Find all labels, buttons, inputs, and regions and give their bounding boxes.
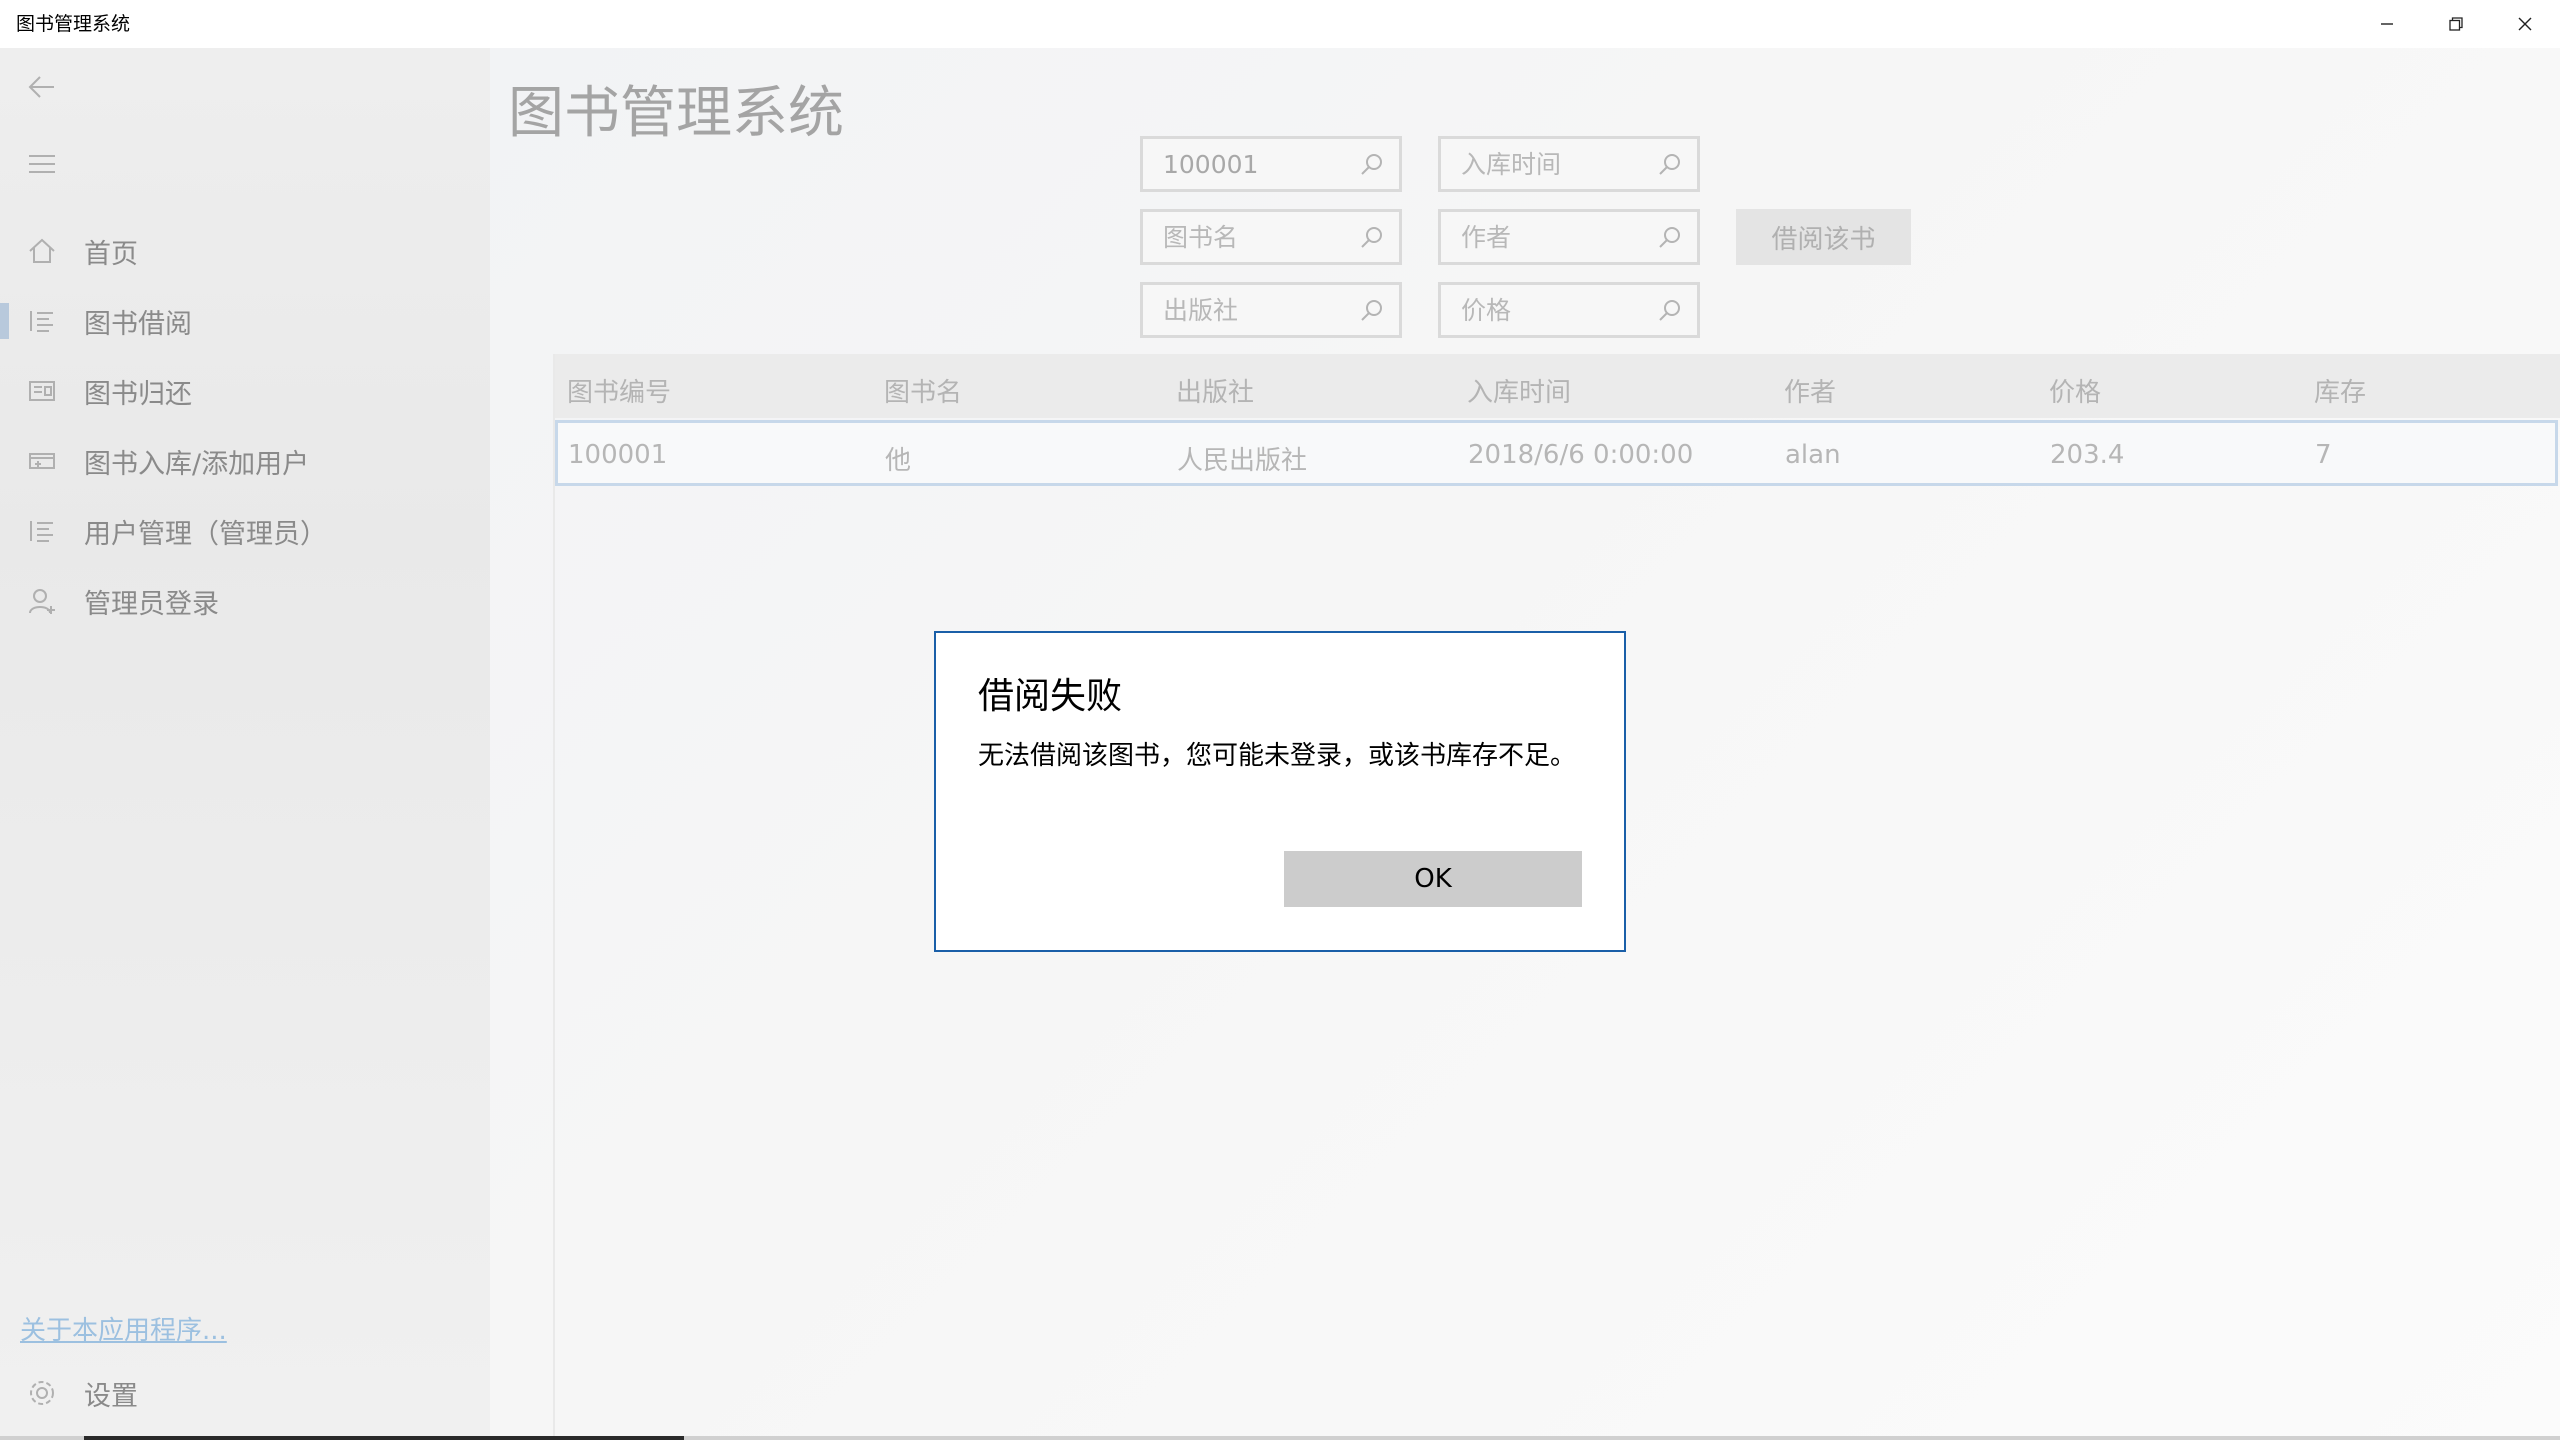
author-search[interactable] — [1438, 209, 1700, 265]
search-icon — [1659, 300, 1680, 321]
back-button[interactable] — [18, 63, 66, 111]
minimize-icon — [2380, 23, 2393, 25]
bottom-edge-segment — [84, 1436, 684, 1440]
add-card-icon — [0, 446, 84, 476]
title-bar: 图书管理系统 — [0, 0, 2560, 48]
sidebar-item-home[interactable]: 首页 — [0, 216, 490, 286]
search-icon — [1361, 154, 1382, 175]
sidebar-item-label: 首页 — [84, 238, 138, 270]
column-header-name[interactable]: 图书名 — [884, 372, 962, 409]
sidebar-item-settings[interactable]: 设置 — [0, 1358, 490, 1428]
person-icon — [0, 586, 84, 616]
gear-icon — [0, 1378, 84, 1408]
sidebar-item-label: 用户管理（管理员） — [84, 518, 327, 550]
back-arrow-icon — [28, 76, 54, 98]
price-input[interactable] — [1459, 294, 1659, 326]
borrow-book-button[interactable]: 借阅该书 — [1736, 209, 1911, 265]
search-icon — [1659, 154, 1680, 175]
restore-icon — [2448, 17, 2463, 31]
publisher-input[interactable] — [1161, 294, 1361, 326]
stock-date-search[interactable] — [1438, 136, 1700, 192]
home-icon — [0, 236, 84, 266]
cell-name: 他 — [885, 446, 912, 476]
about-app-link[interactable]: 关于本应用程序... — [20, 1310, 227, 1347]
price-search[interactable] — [1438, 282, 1700, 338]
close-button[interactable] — [2490, 0, 2559, 48]
list-icon — [0, 306, 84, 336]
search-icon — [1361, 300, 1382, 321]
sidebar-item-borrow[interactable]: 图书借阅 — [0, 286, 490, 356]
table-row[interactable]: 100001 他 人民出版社 2018/6/6 0:00:00 alan 203… — [555, 420, 2558, 486]
book-id-search[interactable] — [1140, 136, 1402, 192]
column-header-stock-date[interactable]: 入库时间 — [1467, 372, 1571, 409]
sidebar-item-label: 管理员登录 — [84, 588, 219, 620]
book-name-input[interactable] — [1161, 221, 1361, 253]
sidebar-item-label: 图书归还 — [84, 378, 192, 410]
ok-button[interactable]: OK — [1284, 851, 1582, 907]
column-header-stock[interactable]: 库存 — [2314, 372, 2366, 409]
dialog-title: 借阅失败 — [978, 676, 1123, 717]
hamburger-icon — [29, 155, 55, 173]
cell-author: alan — [1785, 440, 1841, 470]
author-input[interactable] — [1459, 221, 1659, 253]
cell-publisher: 人民出版社 — [1177, 446, 1308, 476]
cell-stock: 7 — [2315, 440, 2332, 470]
error-dialog: 借阅失败 无法借阅该图书，您可能未登录，或该书库存不足。 OK — [934, 631, 1626, 952]
sidebar-item-user-management[interactable]: 用户管理（管理员） — [0, 496, 490, 566]
list-icon — [0, 516, 84, 546]
restore-button[interactable] — [2421, 0, 2490, 48]
sidebar-item-label: 图书入库/添加用户 — [84, 448, 310, 480]
book-name-search[interactable] — [1140, 209, 1402, 265]
sidebar-item-stock-add-user[interactable]: 图书入库/添加用户 — [0, 426, 490, 496]
table-header: 图书编号 图书名 出版社 入库时间 作者 价格 库存 — [555, 354, 2560, 418]
hamburger-menu-button[interactable] — [18, 140, 66, 188]
minimize-button[interactable] — [2352, 0, 2421, 48]
window-title: 图书管理系统 — [16, 13, 131, 35]
dialog-message: 无法借阅该图书，您可能未登录，或该书库存不足。 — [978, 741, 1577, 771]
search-icon — [1659, 227, 1680, 248]
sidebar-item-label: 图书借阅 — [84, 308, 192, 340]
bottom-edge — [0, 1436, 2560, 1440]
sidebar-item-return[interactable]: 图书归还 — [0, 356, 490, 426]
book-id-input[interactable] — [1161, 148, 1361, 180]
column-header-id[interactable]: 图书编号 — [567, 372, 671, 409]
page-title: 图书管理系统 — [508, 81, 844, 146]
column-header-publisher[interactable]: 出版社 — [1176, 372, 1254, 409]
close-icon — [2518, 17, 2531, 31]
cell-price: 203.4 — [2050, 440, 2125, 470]
column-header-price[interactable]: 价格 — [2049, 372, 2101, 409]
sidebar-item-label: 设置 — [84, 1380, 138, 1412]
book-icon — [0, 376, 84, 406]
cell-stock-date: 2018/6/6 0:00:00 — [1468, 440, 1694, 470]
sidebar-item-admin-login[interactable]: 管理员登录 — [0, 566, 490, 636]
search-icon — [1361, 227, 1382, 248]
column-header-author[interactable]: 作者 — [1784, 372, 1836, 409]
publisher-search[interactable] — [1140, 282, 1402, 338]
stock-date-input[interactable] — [1459, 148, 1659, 180]
table-left-border — [553, 354, 555, 1440]
navigation-pane: 首页 图书借阅 图书归还 图书入库/添加用户 用户管理（管理员） 管理员登录 关… — [0, 48, 490, 1440]
cell-id: 100001 — [568, 440, 668, 470]
app-window: 首页 图书借阅 图书归还 图书入库/添加用户 用户管理（管理员） 管理员登录 关… — [0, 48, 2560, 1440]
